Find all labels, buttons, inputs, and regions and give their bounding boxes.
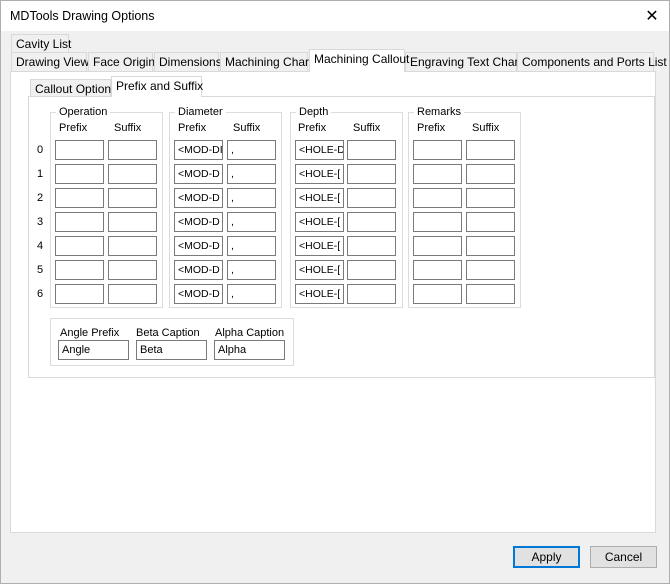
remarks-prefix-input-1[interactable] xyxy=(413,164,462,184)
title-bar: MDTools Drawing Options ✕ xyxy=(0,0,670,31)
row-label-4: 4 xyxy=(36,240,44,252)
depth-suffix-input-0[interactable] xyxy=(347,140,396,160)
depth-prefix-input-5[interactable]: <HOLE-[ xyxy=(295,260,344,280)
remarks-prefix-input-3[interactable] xyxy=(413,212,462,232)
depth-suffix-label: Suffix xyxy=(353,122,381,134)
tab-machining-callout[interactable]: Machining Callout xyxy=(309,49,409,72)
remarks-prefix-input-0[interactable] xyxy=(413,140,462,160)
remarks-prefix-label: Prefix xyxy=(417,122,446,134)
operation-suffix-label: Suffix xyxy=(114,122,142,134)
diameter-suffix-input-0[interactable]: , xyxy=(227,140,276,160)
depth-group-title: Depth xyxy=(296,106,332,119)
close-icon[interactable]: ✕ xyxy=(637,4,667,28)
operation-suffix-input-3[interactable] xyxy=(108,212,157,232)
depth-suffix-input-6[interactable] xyxy=(347,284,396,304)
operation-suffix-input-4[interactable] xyxy=(108,236,157,256)
operation-prefix-input-3[interactable] xyxy=(55,212,104,232)
depth-prefix-input-3[interactable]: <HOLE-[ xyxy=(295,212,344,232)
tab-drawing-view[interactable]: Drawing View xyxy=(11,52,89,72)
beta-caption-label: Beta Caption xyxy=(136,327,200,339)
row-label-2: 2 xyxy=(36,192,44,204)
angle-prefix-label: Angle Prefix xyxy=(60,327,120,339)
diameter-suffix-input-2[interactable]: , xyxy=(227,188,276,208)
operation-prefix-input-6[interactable] xyxy=(55,284,104,304)
diameter-suffix-input-4[interactable]: , xyxy=(227,236,276,256)
diameter-prefix-input-3[interactable]: <MOD-D xyxy=(174,212,223,232)
apply-button[interactable]: Apply xyxy=(513,546,580,568)
depth-suffix-input-3[interactable] xyxy=(347,212,396,232)
operation-suffix-input-2[interactable] xyxy=(108,188,157,208)
diameter-prefix-input-4[interactable]: <MOD-D xyxy=(174,236,223,256)
diameter-prefix-label: Prefix xyxy=(178,122,207,134)
remarks-suffix-input-4[interactable] xyxy=(466,236,515,256)
remarks-suffix-label: Suffix xyxy=(472,122,500,134)
depth-prefix-label: Prefix xyxy=(298,122,327,134)
diameter-prefix-input-6[interactable]: <MOD-D xyxy=(174,284,223,304)
diameter-prefix-input-5[interactable]: <MOD-D xyxy=(174,260,223,280)
remarks-group-title: Remarks xyxy=(414,106,465,119)
diameter-prefix-input-2[interactable]: <MOD-D xyxy=(174,188,223,208)
tab-face-origin[interactable]: Face Origin xyxy=(88,52,155,72)
operation-group-title: Operation xyxy=(56,106,111,119)
remarks-prefix-input-6[interactable] xyxy=(413,284,462,304)
operation-suffix-input-5[interactable] xyxy=(108,260,157,280)
tab-machining-chart[interactable]: Machining Chart xyxy=(220,52,312,72)
alpha-caption-label: Alpha Caption xyxy=(215,327,285,339)
tab-engraving-text-chart[interactable]: Engraving Text Chart xyxy=(405,52,522,72)
depth-prefix-input-1[interactable]: <HOLE-[ xyxy=(295,164,344,184)
operation-prefix-input-2[interactable] xyxy=(55,188,104,208)
operation-suffix-input-0[interactable] xyxy=(108,140,157,160)
operation-prefix-input-0[interactable] xyxy=(55,140,104,160)
depth-prefix-input-2[interactable]: <HOLE-[ xyxy=(295,188,344,208)
operation-suffix-input-1[interactable] xyxy=(108,164,157,184)
cancel-button[interactable]: Cancel xyxy=(590,546,657,568)
depth-suffix-input-5[interactable] xyxy=(347,260,396,280)
depth-prefix-input-0[interactable]: <HOLE-D xyxy=(295,140,344,160)
operation-prefix-input-5[interactable] xyxy=(55,260,104,280)
operation-prefix-input-4[interactable] xyxy=(55,236,104,256)
diameter-suffix-input-1[interactable]: , xyxy=(227,164,276,184)
row-label-3: 3 xyxy=(36,216,44,228)
diameter-prefix-input-0[interactable]: <MOD-DI xyxy=(174,140,223,160)
tab-dimensions[interactable]: Dimensions xyxy=(154,52,222,72)
row-label-6: 6 xyxy=(36,288,44,300)
diameter-suffix-input-5[interactable]: , xyxy=(227,260,276,280)
remarks-suffix-input-0[interactable] xyxy=(466,140,515,160)
remarks-prefix-input-2[interactable] xyxy=(413,188,462,208)
depth-suffix-input-4[interactable] xyxy=(347,236,396,256)
diameter-suffix-label: Suffix xyxy=(233,122,261,134)
angle-prefix-input[interactable]: Angle xyxy=(58,340,129,360)
diameter-prefix-input-1[interactable]: <MOD-D xyxy=(174,164,223,184)
tab-cavity-list[interactable]: Cavity List xyxy=(11,34,71,54)
subtab-prefix-and-suffix[interactable]: Prefix and Suffix xyxy=(111,76,203,97)
row-label-5: 5 xyxy=(36,264,44,276)
beta-caption-input[interactable]: Beta xyxy=(136,340,207,360)
depth-prefix-input-4[interactable]: <HOLE-[ xyxy=(295,236,344,256)
depth-suffix-input-2[interactable] xyxy=(347,188,396,208)
window-title: MDTools Drawing Options xyxy=(10,9,155,23)
row-label-1: 1 xyxy=(36,168,44,180)
operation-suffix-input-6[interactable] xyxy=(108,284,157,304)
remarks-prefix-input-5[interactable] xyxy=(413,260,462,280)
row-label-0: 0 xyxy=(36,144,44,156)
depth-suffix-input-1[interactable] xyxy=(347,164,396,184)
operation-prefix-label: Prefix xyxy=(59,122,88,134)
remarks-suffix-input-2[interactable] xyxy=(466,188,515,208)
depth-prefix-input-6[interactable]: <HOLE-[ xyxy=(295,284,344,304)
remarks-prefix-input-4[interactable] xyxy=(413,236,462,256)
diameter-suffix-input-6[interactable]: , xyxy=(227,284,276,304)
diameter-group-title: Diameter xyxy=(175,106,226,119)
alpha-caption-input[interactable]: Alpha xyxy=(214,340,285,360)
remarks-suffix-input-5[interactable] xyxy=(466,260,515,280)
tab-components-and-ports-list[interactable]: Components and Ports List xyxy=(517,52,667,72)
remarks-suffix-input-3[interactable] xyxy=(466,212,515,232)
diameter-suffix-input-3[interactable]: , xyxy=(227,212,276,232)
remarks-suffix-input-6[interactable] xyxy=(466,284,515,304)
remarks-suffix-input-1[interactable] xyxy=(466,164,515,184)
operation-prefix-input-1[interactable] xyxy=(55,164,104,184)
